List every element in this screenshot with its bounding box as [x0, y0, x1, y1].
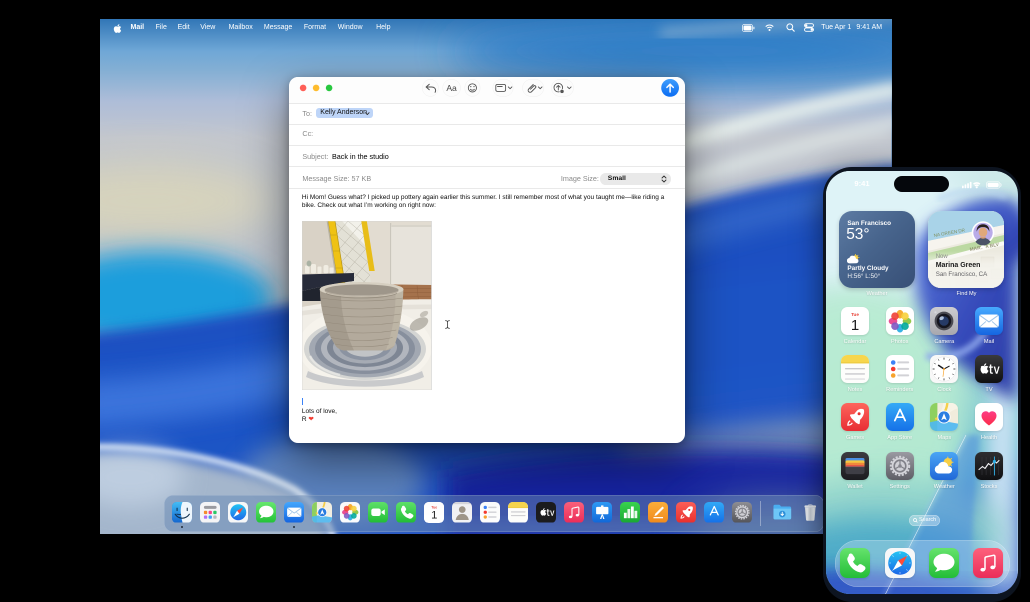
svg-text:1: 1 — [431, 510, 437, 522]
svg-text:Aa: Aa — [446, 83, 457, 93]
svg-text:1: 1 — [851, 317, 859, 334]
